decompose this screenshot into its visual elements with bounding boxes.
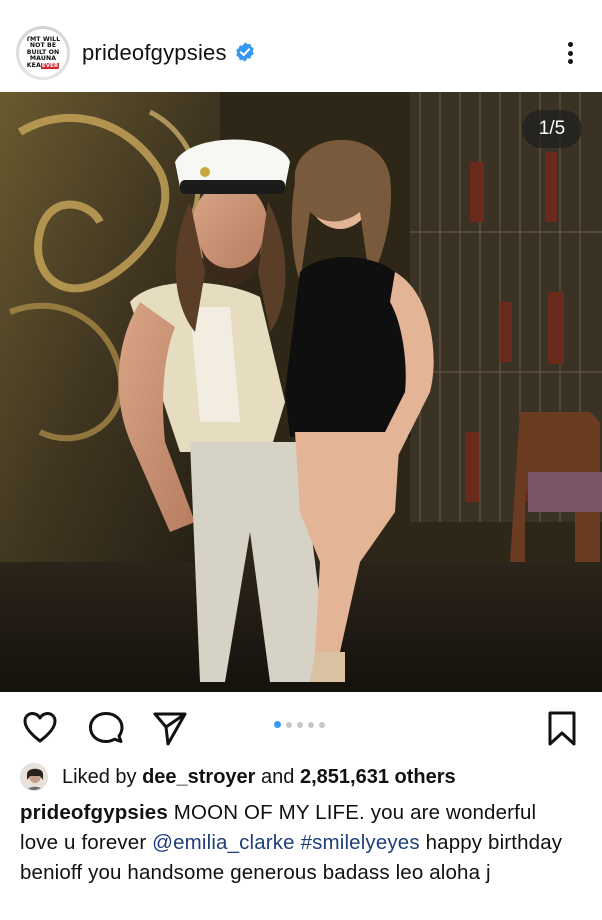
photo-illustration [0,92,602,692]
verified-badge-icon [236,42,254,62]
likes-prefix: Liked by [62,765,137,788]
likes-count-link[interactable]: 2,851,631 others [300,766,456,789]
likes-middle: and [261,765,295,788]
avatar-badge: TMT WILL NOT BE BUILT ON MAUNA KEAEVER [19,29,67,77]
send-icon[interactable] [152,710,188,746]
likes-summary[interactable]: Liked by dee_stroyer and 2,851,631 other… [20,760,600,794]
avatar-tag: EVER [40,62,60,70]
likes-user-link[interactable]: dee_stroyer [142,766,255,789]
more-dot-icon [567,59,573,64]
caption-hashtag-link[interactable]: #smilelyeyes [301,831,420,854]
more-options-button[interactable] [556,38,584,68]
avatar-text-line-5: KEAEVER [26,61,60,70]
carousel-dot-active [274,721,281,728]
more-dot-icon [567,50,573,56]
post-caption: prideofgypsies MOON OF MY LIFE. you are … [20,798,580,888]
comment-icon[interactable] [88,710,124,746]
carousel-dot [297,721,303,728]
account-username[interactable]: prideofgypsies [82,40,227,66]
post-photo[interactable]: 1/5 [0,92,602,692]
more-dot-icon [567,42,573,47]
liker-avatar-image [21,764,47,790]
caption-mention-link[interactable]: @emilia_clarke [152,831,295,854]
bookmark-icon[interactable] [544,710,580,746]
carousel-dot [308,721,314,728]
caption-author-link[interactable]: prideofgypsies [20,801,168,824]
carousel-counter: 1/5 [522,110,582,148]
carousel-dot [286,721,292,728]
heart-icon[interactable] [22,710,58,746]
carousel-dot [319,721,325,728]
liker-avatar [20,763,48,791]
carousel-dots [274,721,325,728]
post-header: TMT WILL NOT BE BUILT ON MAUNA KEAEVER p… [0,0,602,92]
account-avatar[interactable]: TMT WILL NOT BE BUILT ON MAUNA KEAEVER [16,26,70,80]
